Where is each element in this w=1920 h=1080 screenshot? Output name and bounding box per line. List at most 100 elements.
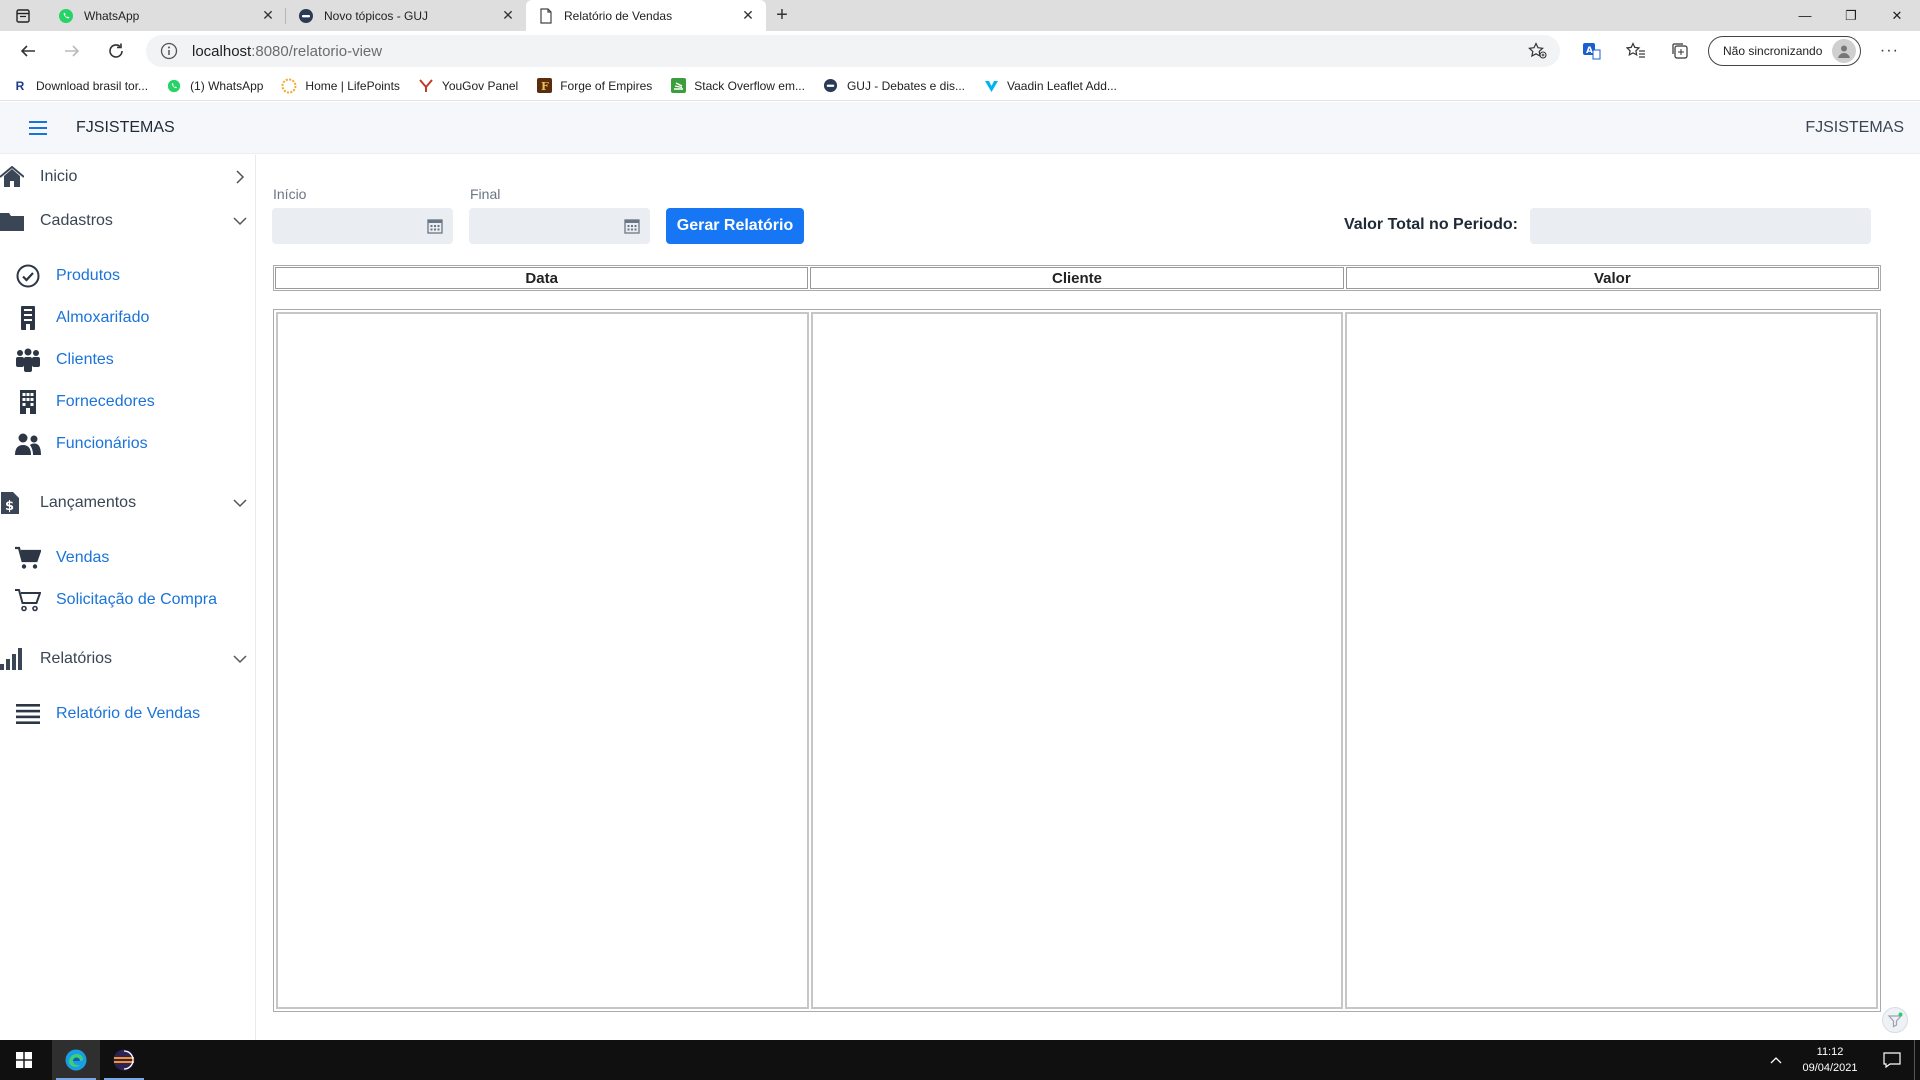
browser-tab-strip: WhatsApp ✕ Novo tópicos - GUJ ✕ Relatóri…	[0, 0, 1920, 31]
end-date-field[interactable]	[469, 208, 650, 244]
column-valor-cells	[1345, 312, 1879, 1009]
bookmark-item[interactable]: Home | LifePoints	[281, 78, 400, 94]
report-table-header: Data Cliente Valor	[273, 265, 1881, 291]
sidebar-section-lancamentos[interactable]: $ Lançamentos	[0, 483, 256, 523]
new-tab-icon[interactable]: +	[766, 0, 798, 31]
list-icon	[0, 694, 56, 734]
item-label: Clientes	[56, 351, 114, 368]
guj-icon	[823, 78, 839, 94]
sidebar-item-almoxarifado[interactable]: Almoxarifado	[0, 298, 256, 338]
item-label: Almoxarifado	[56, 309, 150, 326]
profile-sync-button[interactable]: Não sincronizando	[1708, 36, 1862, 66]
toolbar-right: A Não sincronizando ···	[1570, 31, 1911, 71]
taskbar-edge-icon[interactable]	[52, 1040, 100, 1080]
sidebar-item-funcionarios[interactable]: Funcionários	[0, 424, 256, 464]
bookmark-item[interactable]: R Download brasil tor...	[12, 78, 148, 94]
tab-actions-menu-icon[interactable]	[0, 0, 46, 31]
section-label: Cadastros	[40, 212, 113, 229]
bookmark-label: GUJ - Debates e dis...	[846, 78, 966, 93]
sidebar-item-produtos[interactable]: Produtos	[0, 256, 256, 296]
bookmark-item[interactable]: Stack Overflow em...	[670, 78, 805, 94]
collections-icon[interactable]	[1658, 33, 1702, 69]
sidebar-item-vendas[interactable]: Vendas	[0, 538, 256, 578]
favorites-icon[interactable]	[1614, 33, 1658, 69]
close-tab-icon[interactable]: ✕	[260, 7, 276, 24]
page-icon	[538, 7, 554, 24]
bookmark-label: Vaadin Leaflet Add...	[1007, 78, 1117, 93]
sidebar-item-relatorio-vendas[interactable]: Relatório de Vendas	[0, 694, 256, 734]
bookmark-item[interactable]: Vaadin Leaflet Add...	[983, 78, 1117, 94]
svg-text:F: F	[541, 80, 549, 93]
bookmark-label: YouGov Panel	[441, 78, 519, 93]
total-value-field[interactable]	[1530, 208, 1871, 244]
start-date-field[interactable]	[272, 208, 453, 244]
sidebar-section-relatorios[interactable]: Relatórios	[0, 639, 256, 679]
column-header-valor[interactable]: Valor	[1345, 267, 1879, 289]
url-path: :8080/relatorio-view	[251, 42, 383, 60]
chevron-up-icon[interactable]	[1762, 1040, 1790, 1080]
generate-report-button[interactable]: Gerar Relatório	[666, 208, 804, 244]
calendar-icon[interactable]	[427, 218, 443, 234]
browser-tab-guj[interactable]: Novo tópicos - GUJ ✕	[286, 0, 526, 31]
taskbar-clock[interactable]: 11:12 09/04/2021	[1790, 1044, 1870, 1076]
tab-title: Novo tópicos - GUJ	[324, 8, 429, 23]
address-bar[interactable]: localhost:8080/relatorio-view	[146, 35, 1560, 67]
close-tab-icon[interactable]: ✕	[740, 7, 756, 24]
browser-tab-whatsapp[interactable]: WhatsApp ✕	[46, 0, 286, 31]
notifications-icon[interactable]	[1870, 1040, 1914, 1080]
sidebar: Inicio Cadastros Produtos Almoxarifado C…	[0, 155, 256, 1040]
lifepoints-icon	[281, 78, 297, 94]
invoice-icon: $	[0, 483, 40, 523]
more-options-icon[interactable]: ···	[1867, 33, 1911, 69]
report-content: Início Final Gerar Relatório Valor Total…	[257, 155, 1920, 1040]
close-window-icon[interactable]: ✕	[1874, 0, 1920, 31]
translate-icon[interactable]: A	[1570, 33, 1614, 69]
forward-icon[interactable]	[50, 33, 94, 69]
calendar-icon[interactable]	[624, 218, 640, 234]
item-label: Relatório de Vendas	[56, 705, 201, 722]
r-letter-icon: R	[15, 78, 25, 93]
windows-start-icon[interactable]	[0, 1040, 48, 1080]
show-desktop-button[interactable]	[1914, 1040, 1920, 1080]
minimize-icon[interactable]: —	[1782, 0, 1828, 31]
sidebar-item-solicitacao-compra[interactable]: Solicitação de Compra	[0, 580, 256, 620]
start-date-label: Início	[273, 186, 307, 202]
app-brand: FJSISTEMAS	[76, 118, 175, 136]
sidebar-item-clientes[interactable]: Clientes	[0, 340, 256, 380]
bookmark-item[interactable]: F Forge of Empires	[536, 78, 652, 94]
browser-tab-relatorio[interactable]: Relatório de Vendas ✕	[526, 0, 766, 31]
restore-icon[interactable]: ❐	[1828, 0, 1874, 31]
back-icon[interactable]	[6, 33, 50, 69]
user-group-icon	[0, 424, 56, 464]
item-label: Solicitação de Compra	[56, 591, 217, 608]
folder-icon	[0, 201, 40, 241]
bookmark-item[interactable]: (1) WhatsApp	[166, 78, 263, 94]
stackoverflow-icon	[670, 78, 686, 94]
bookmark-label: Home | LifePoints	[305, 78, 400, 93]
browser-toolbar: localhost:8080/relatorio-view A Não sinc…	[0, 31, 1920, 71]
column-header-data[interactable]: Data	[275, 267, 809, 289]
section-label: Lançamentos	[40, 494, 137, 511]
end-date-label: Final	[470, 186, 501, 202]
dev-tools-icon[interactable]	[1882, 1007, 1908, 1033]
menu-toggle-icon[interactable]	[0, 102, 76, 154]
sidebar-section-cadastros[interactable]: Cadastros	[0, 201, 256, 241]
add-favorite-icon[interactable]	[1528, 42, 1548, 60]
reload-icon[interactable]	[94, 33, 138, 69]
chevron-right-icon	[228, 165, 252, 189]
close-tab-icon[interactable]: ✕	[500, 7, 516, 24]
section-label: Relatórios	[40, 650, 113, 667]
sidebar-section-inicio[interactable]: Inicio	[0, 157, 256, 197]
building-icon	[0, 298, 56, 338]
sidebar-item-fornecedores[interactable]: Fornecedores	[0, 382, 256, 422]
site-info-icon[interactable]	[160, 42, 178, 60]
chevron-down-icon	[228, 491, 252, 515]
bookmark-item[interactable]: YouGov Panel	[418, 78, 518, 94]
bookmark-item[interactable]: GUJ - Debates e dis...	[823, 78, 965, 94]
chevron-down-icon	[228, 209, 252, 233]
foe-icon: F	[536, 78, 552, 94]
column-header-cliente[interactable]: Cliente	[810, 267, 1344, 289]
taskbar-eclipse-icon[interactable]	[100, 1040, 148, 1080]
bookmark-label: Forge of Empires	[560, 78, 653, 93]
item-label: Fornecedores	[56, 393, 155, 410]
